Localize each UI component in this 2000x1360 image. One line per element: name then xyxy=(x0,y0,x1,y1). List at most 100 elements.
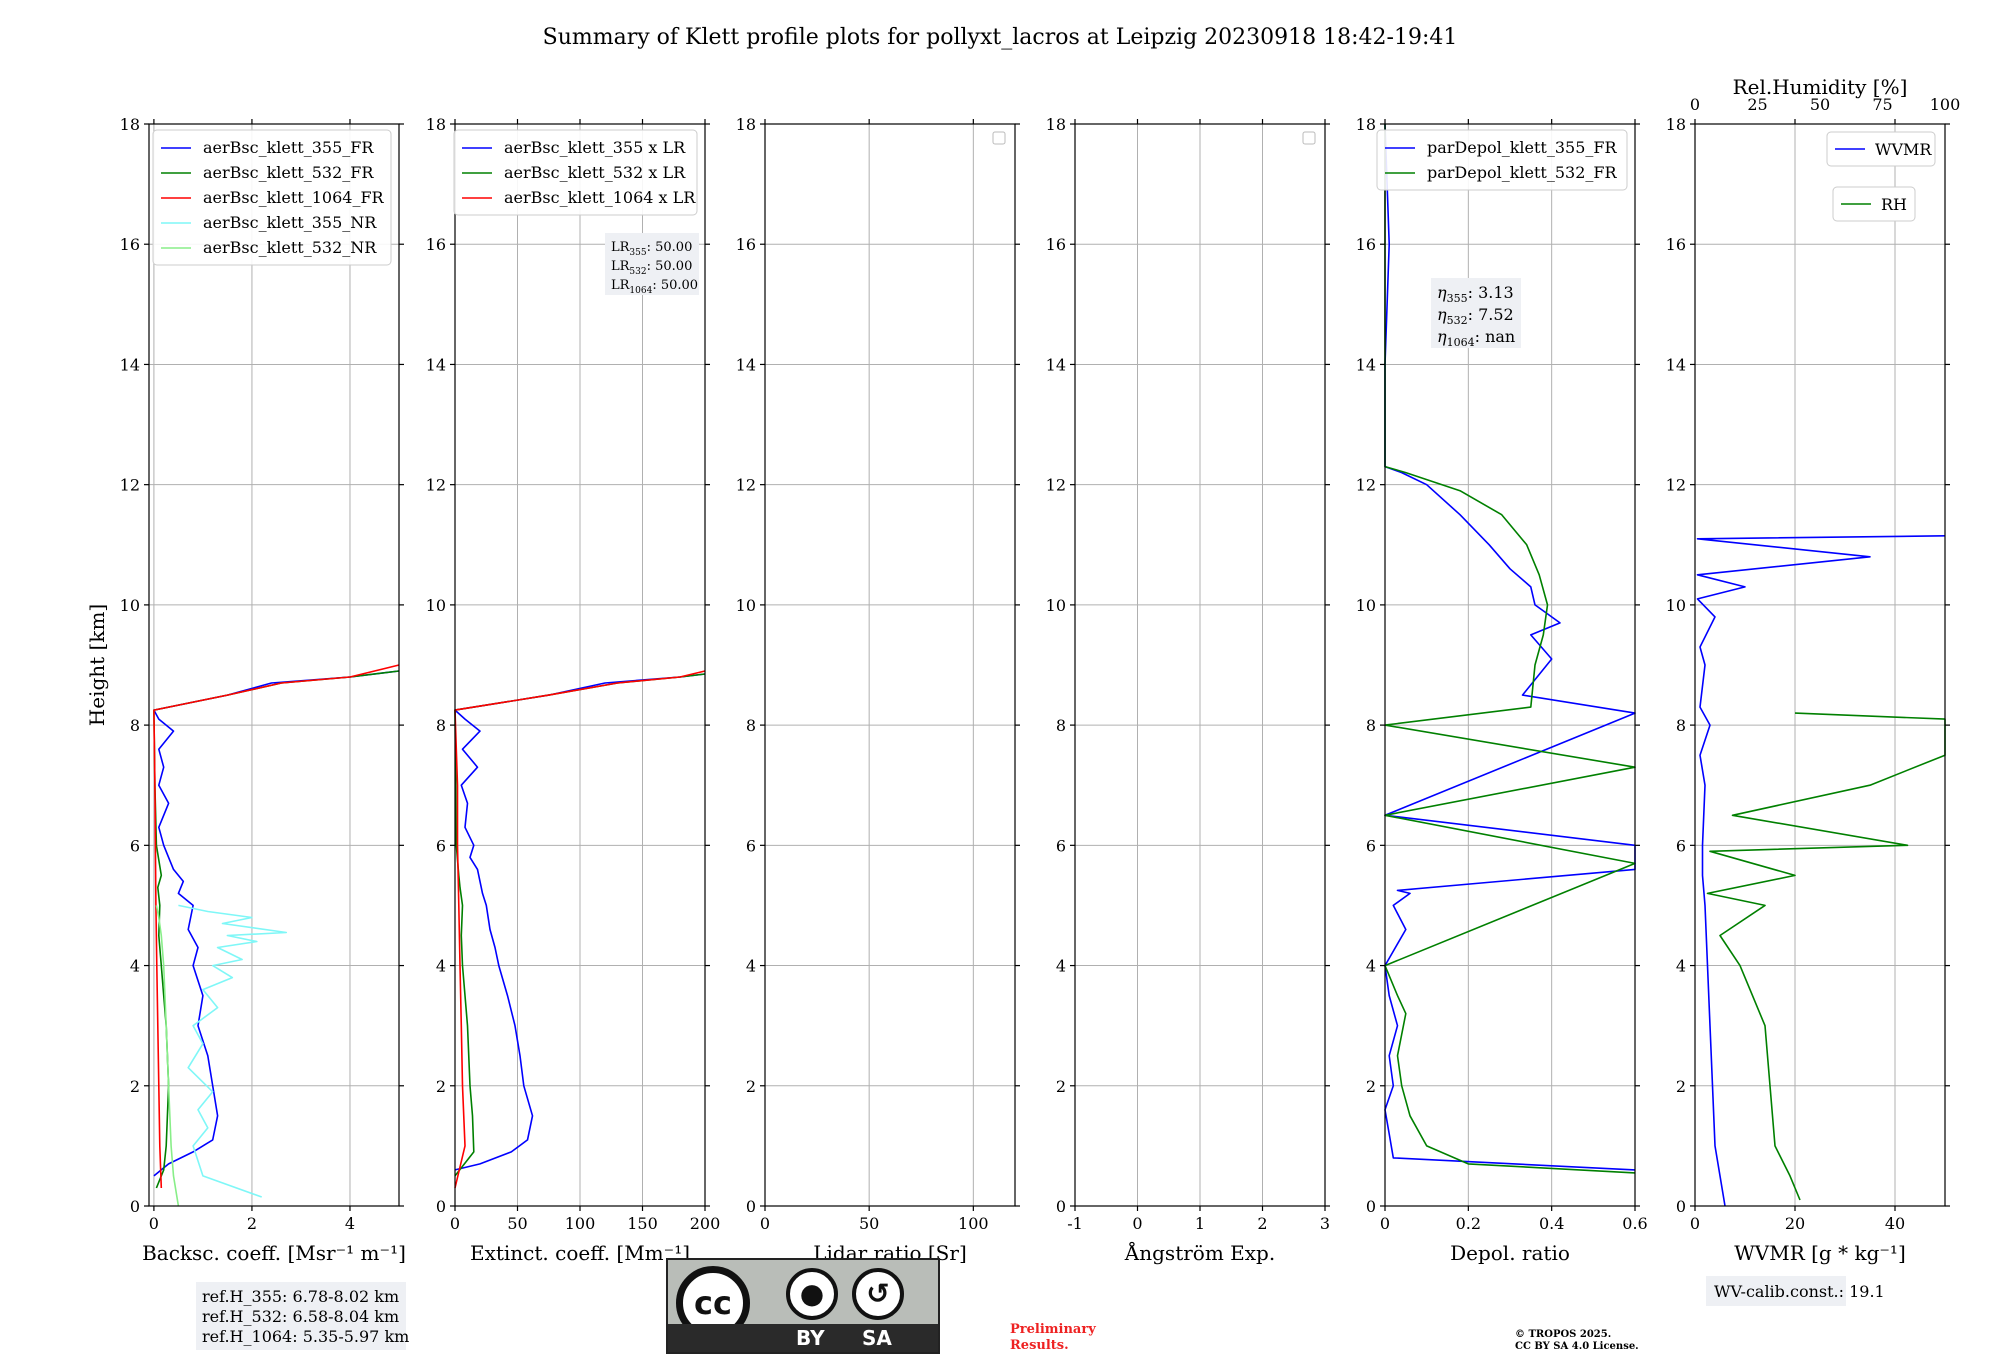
y-tick-label: 2 xyxy=(746,1077,756,1096)
y-tick-label: 0 xyxy=(1056,1197,1066,1216)
y-tick-label: 10 xyxy=(1046,596,1066,615)
y-tick-label: 8 xyxy=(1056,716,1066,735)
panel-4: 024681012141618-1 0 1 2 3Ångström Exp. xyxy=(1046,115,1330,1265)
x-tick-label: 50 xyxy=(507,1214,527,1233)
copyright-line-2: CC BY SA 4.0 License. xyxy=(1515,1341,1639,1352)
legend-label: aerBsc_klett_532_NR xyxy=(203,238,377,257)
panel-6: 0246810121416180 20 40WVMR [g * kg⁻¹]0 25 50… xyxy=(1666,75,1960,1306)
y-tick-label: 18 xyxy=(1046,115,1066,134)
eta-sub: 355 xyxy=(1447,292,1468,305)
y-tick-label: 16 xyxy=(1666,235,1686,254)
y-axis-label: Height [km] xyxy=(85,604,109,726)
y-tick-label: 2 xyxy=(1676,1077,1686,1096)
y-tick-label: 12 xyxy=(120,476,140,495)
axes-frame xyxy=(148,123,400,1207)
eta-symbol: η xyxy=(1437,283,1447,302)
y-tick-label: 14 xyxy=(736,355,756,374)
y-tick-label: 2 xyxy=(1366,1077,1376,1096)
x-tick-label: 200 xyxy=(690,1214,721,1233)
x-tick-label: 0.4 xyxy=(1539,1214,1564,1233)
y-tick-label: 14 xyxy=(1356,355,1376,374)
legend-label: WVMR xyxy=(1875,140,1932,159)
y-tick-label: 8 xyxy=(130,716,140,735)
x-tick-label: 100 xyxy=(565,1214,596,1233)
x-tick-label: -1 xyxy=(1067,1214,1083,1233)
y-tick-label: 12 xyxy=(1356,476,1376,495)
x-tick-label: 100 xyxy=(958,1214,989,1233)
legend-label: aerBsc_klett_532 x LR xyxy=(504,163,686,182)
y-tick-label: 2 xyxy=(436,1077,446,1096)
ref-height-line: ref.H_1064: 5.35-5.97 km xyxy=(202,1327,409,1346)
legend-label: aerBsc_klett_532_FR xyxy=(203,163,374,182)
eta-value: : 7.52 xyxy=(1468,305,1514,324)
legend: parDepol_klett_355_FR parDepol_klett_532_… xyxy=(1376,129,1628,191)
x-tick-label: 0 xyxy=(1132,1214,1142,1233)
x-tick-label: 1 xyxy=(1195,1214,1205,1233)
cc-by-label: BY xyxy=(796,1326,825,1350)
empty-legend-box xyxy=(1302,131,1316,145)
empty-legend-box xyxy=(992,131,1006,145)
y-tick-label: 14 xyxy=(426,355,446,374)
legend-label: aerBsc_klett_1064 x LR xyxy=(504,188,696,207)
x-tick-label: 0 xyxy=(1380,1214,1390,1233)
eta-value: : 3.13 xyxy=(1468,283,1514,302)
y-tick-label: 10 xyxy=(120,596,140,615)
series-line-WVMR xyxy=(1696,535,1946,1207)
y-tick-label: 10 xyxy=(426,596,446,615)
lr-value: : 50.00 xyxy=(647,240,693,255)
y-tick-label: 16 xyxy=(1046,235,1066,254)
y-tick-label: 0 xyxy=(1676,1197,1686,1216)
legend-label: parDepol_klett_532_FR xyxy=(1427,163,1618,182)
y-tick-label: 18 xyxy=(736,115,756,134)
y-tick-label: 18 xyxy=(120,115,140,134)
series-line-aerBsc_klett_532_FR xyxy=(153,670,400,1189)
panel-2: 0 2 4 6 8 10 12 14 16 18 0 50 100 150 200Extinct. coef… xyxy=(426,115,721,1265)
y-tick-label: 18 xyxy=(1356,115,1376,134)
x-tick-label: 3 xyxy=(1320,1214,1330,1233)
legend-label: parDepol_klett_355_FR xyxy=(1427,138,1618,157)
eta-sub: 532 xyxy=(1447,314,1468,327)
y-tick-label: 8 xyxy=(746,716,756,735)
eta-symbol: η xyxy=(1437,305,1447,324)
x-axis-label: Backsc. coeff. [Msr⁻¹ m⁻¹] xyxy=(142,1241,406,1265)
x-axis-label: Ångström Exp. xyxy=(1124,1240,1275,1265)
axes-frame xyxy=(1694,123,1946,1207)
x-tick-label: 40 xyxy=(1885,1214,1905,1233)
y-tick-label: 0 xyxy=(746,1197,756,1216)
eta-value: : nan xyxy=(1475,327,1516,346)
legend-RH: RH xyxy=(1832,186,1916,222)
panel-1: 0 2 4 6 8 10 12 14 16 18 0 2 4 Backsc. coeff. [Msr⁻¹ … xyxy=(120,115,409,1350)
x-tick-label: 0 xyxy=(149,1214,159,1233)
lr-sub: 355 xyxy=(629,248,646,258)
x-tick-label: 0 xyxy=(450,1214,460,1233)
y-tick-label: 6 xyxy=(1366,836,1376,855)
y-tick-label: 12 xyxy=(736,476,756,495)
eta-symbol: η xyxy=(1437,327,1447,346)
preliminary-line-2: Results. xyxy=(1010,1338,1069,1353)
legend-label: aerBsc_klett_1064_FR xyxy=(203,188,385,207)
x-axis-label: Depol. ratio xyxy=(1450,1241,1570,1265)
x-tick-label: 4 xyxy=(345,1214,355,1233)
y-tick-label: 6 xyxy=(1676,836,1686,855)
y-tick-label: 18 xyxy=(1666,115,1686,134)
legend: aerBsc_klett_355 x LR aerBsc_klett_532 x … xyxy=(453,129,698,216)
y-tick-label: 4 xyxy=(1366,957,1376,976)
figure-title: Summary of Klett profile plots for polly… xyxy=(543,25,1458,50)
lr-sub: 532 xyxy=(629,267,646,277)
lr-value: : 50.00 xyxy=(652,278,698,293)
preliminary-line-1: Preliminary xyxy=(1010,1322,1096,1337)
y-tick-label: 2 xyxy=(1056,1077,1066,1096)
y-tick-label: 0 xyxy=(130,1197,140,1216)
y-tick-label: 10 xyxy=(1666,596,1686,615)
x-tick-label: 0 xyxy=(760,1214,770,1233)
y-tick-label: 4 xyxy=(746,957,756,976)
y-tick-label: 12 xyxy=(1666,476,1686,495)
top-tick-label: 0 xyxy=(1690,95,1700,114)
x-tick-label: 20 xyxy=(1785,1214,1805,1233)
y-tick-label: 4 xyxy=(1056,957,1066,976)
y-tick-label: 16 xyxy=(736,235,756,254)
y-tick-label: 6 xyxy=(130,836,140,855)
x-tick-label: 0.2 xyxy=(1456,1214,1481,1233)
y-tick-label: 4 xyxy=(130,957,140,976)
top-axis-label: Rel.Humidity [%] xyxy=(1733,75,1908,99)
